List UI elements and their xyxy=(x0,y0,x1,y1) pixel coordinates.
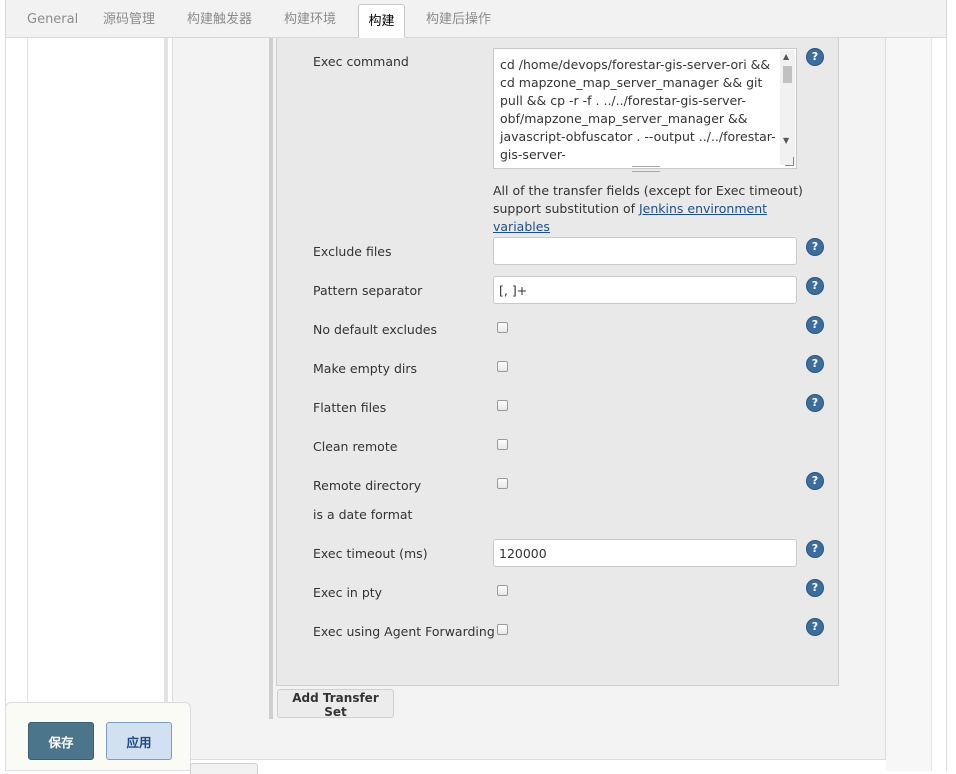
help-icon-flatten-files[interactable]: ? xyxy=(807,395,823,411)
clean-remote-label: Clean remote xyxy=(313,439,398,454)
help-icon-exec-agent-forwarding[interactable]: ? xyxy=(807,619,823,635)
textarea-scrollbar[interactable]: ▲ ▼ xyxy=(780,50,795,165)
make-empty-dirs-label: Make empty dirs xyxy=(313,361,418,376)
save-button[interactable]: 保存 xyxy=(28,722,94,760)
help-icon-exec-command[interactable]: ? xyxy=(807,49,823,65)
pattern-separator-label: Pattern separator xyxy=(313,283,423,298)
substitution-note: All of the transfer fields (except for E… xyxy=(493,182,813,236)
clean-remote-checkbox[interactable] xyxy=(497,439,508,450)
tab-bar: General 源码管理 构建触发器 构建环境 构建 构建后操作 xyxy=(5,0,947,38)
apply-button[interactable]: 应用 xyxy=(106,722,172,760)
tab-post-build-actions[interactable]: 构建后操作 xyxy=(415,0,502,38)
exclude-files-label: Exclude files xyxy=(313,244,392,259)
tab-source-control[interactable]: 源码管理 xyxy=(92,0,166,38)
tab-build-triggers[interactable]: 构建触发器 xyxy=(176,0,263,38)
tab-build-environment[interactable]: 构建环境 xyxy=(273,0,347,38)
resize-grip-icon[interactable] xyxy=(785,157,794,166)
remote-directory-date-checkbox[interactable] xyxy=(497,478,508,489)
exec-command-text: cd /home/devops/forestar-gis-server-ori … xyxy=(500,57,776,168)
no-default-excludes-label: No default excludes xyxy=(313,322,437,337)
left-indent-column xyxy=(27,38,165,771)
help-icon-exec-timeout[interactable]: ? xyxy=(807,541,823,557)
exec-agent-forwarding-checkbox[interactable] xyxy=(497,624,508,635)
add-transfer-set-button[interactable]: Add Transfer Set xyxy=(277,689,394,719)
help-icon-exec-in-pty[interactable]: ? xyxy=(807,580,823,596)
tab-build[interactable]: 构建 xyxy=(358,4,405,38)
exec-command-textarea[interactable]: cd /home/devops/forestar-gis-server-ori … xyxy=(493,48,797,169)
transfer-set-drag-handle[interactable] xyxy=(269,38,273,719)
right-margin-strip xyxy=(886,38,932,771)
remote-directory-label: Remote directory xyxy=(313,478,422,493)
help-icon-pattern-separator[interactable]: ? xyxy=(807,278,823,294)
help-icon-make-empty-dirs[interactable]: ? xyxy=(807,356,823,372)
exec-in-pty-label: Exec in pty xyxy=(313,585,383,600)
partially-hidden-button[interactable] xyxy=(190,763,258,774)
pattern-separator-input[interactable] xyxy=(493,276,797,304)
column-divider xyxy=(164,38,168,771)
scroll-up-icon[interactable]: ▲ xyxy=(783,52,789,61)
no-default-excludes-checkbox[interactable] xyxy=(497,322,508,333)
remote-directory-label-line2: is a date format xyxy=(313,507,413,522)
scrollbar-thumb[interactable] xyxy=(783,66,792,83)
help-icon-no-default-excludes[interactable]: ? xyxy=(807,317,823,333)
help-icon-remote-directory[interactable]: ? xyxy=(807,473,823,489)
help-icon-exclude-files[interactable]: ? xyxy=(807,239,823,255)
exec-timeout-input[interactable] xyxy=(493,539,797,567)
make-empty-dirs-checkbox[interactable] xyxy=(497,361,508,372)
flatten-files-label: Flatten files xyxy=(313,400,387,415)
exec-timeout-label: Exec timeout (ms) xyxy=(313,546,428,561)
tab-general[interactable]: General xyxy=(16,0,89,38)
textarea-expand-handle[interactable] xyxy=(632,166,660,172)
scroll-down-icon[interactable]: ▼ xyxy=(783,136,789,145)
exec-in-pty-checkbox[interactable] xyxy=(497,585,508,596)
exclude-files-input[interactable] xyxy=(493,237,797,265)
exec-agent-forwarding-label: Exec using Agent Forwarding xyxy=(313,624,495,639)
exec-command-label: Exec command xyxy=(313,54,409,69)
flatten-files-checkbox[interactable] xyxy=(497,400,508,411)
